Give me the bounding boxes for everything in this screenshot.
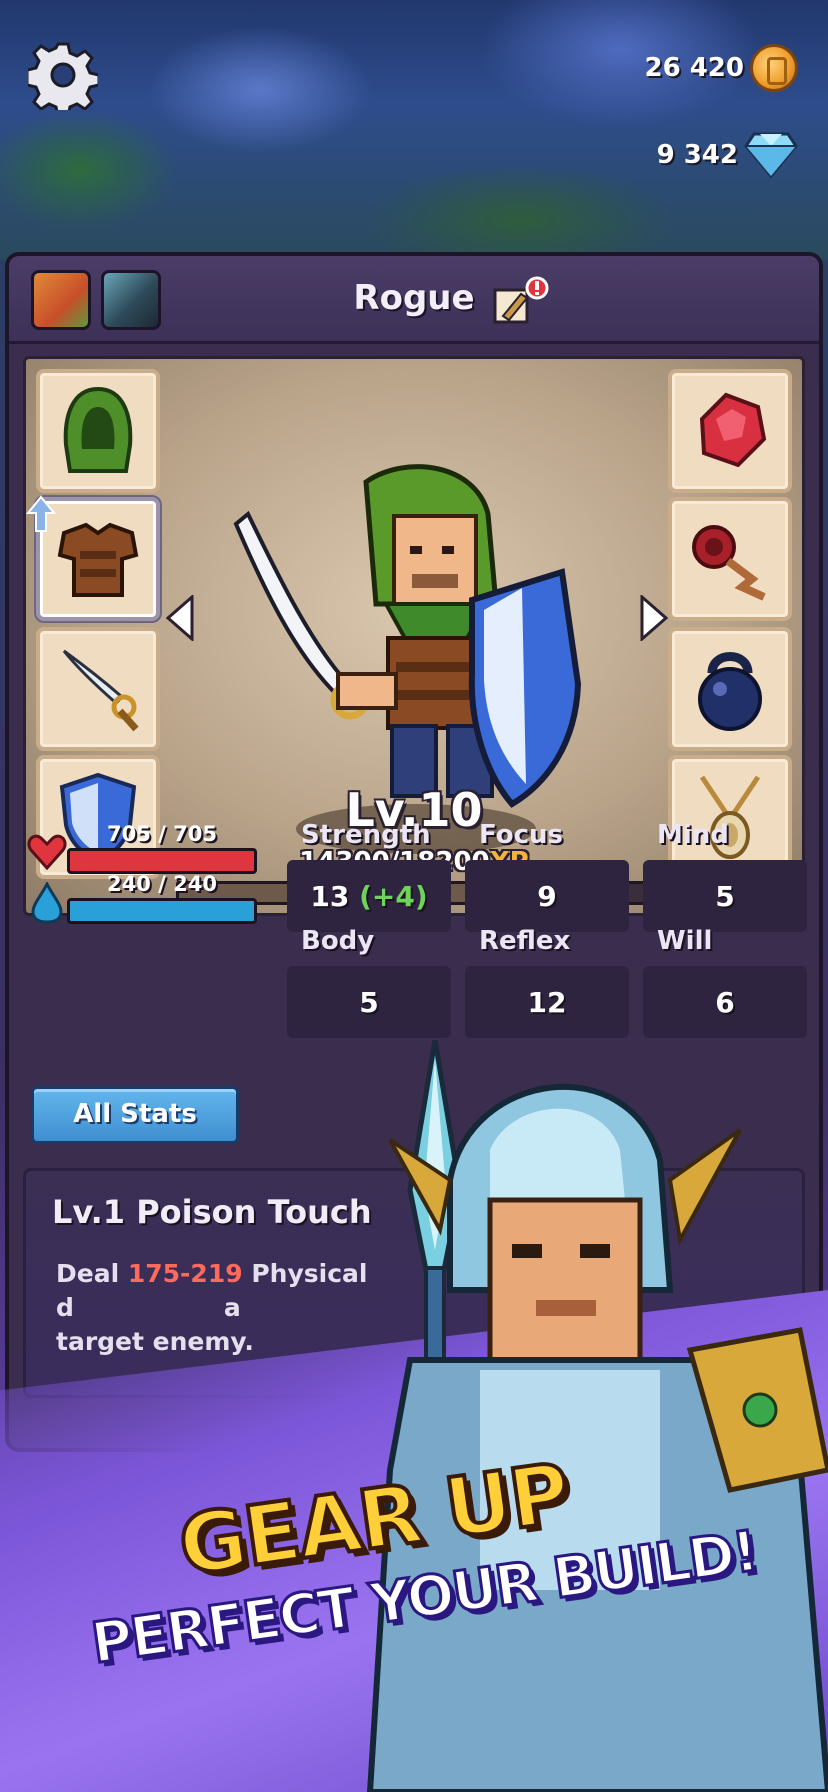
ruby-icon bbox=[699, 392, 767, 468]
equip-slot-trinket[interactable] bbox=[668, 627, 792, 751]
equip-slot-head[interactable] bbox=[36, 369, 160, 493]
hp-bar bbox=[67, 848, 257, 874]
skill-damage: 175-219 bbox=[127, 1259, 243, 1288]
all-stats-button[interactable]: All Stats bbox=[31, 1086, 239, 1144]
leather-armor-icon bbox=[57, 522, 139, 597]
stat-bonus-strength: (+4) bbox=[359, 880, 428, 913]
stat-label-mind: Mind bbox=[657, 820, 729, 850]
next-hero-arrow[interactable] bbox=[638, 595, 668, 641]
stat-value-body: 5 bbox=[359, 986, 379, 1019]
skill-title: Lv.1 Poison Touch bbox=[52, 1193, 372, 1231]
mp-bar bbox=[67, 898, 257, 924]
stat-label-will: Will bbox=[657, 926, 713, 956]
heart-icon bbox=[27, 834, 67, 870]
coin-amount: 26 420 bbox=[644, 53, 744, 83]
panel-header: Rogue bbox=[9, 256, 819, 344]
kettlebell-icon bbox=[698, 652, 762, 731]
upgrade-arrow-icon bbox=[26, 495, 56, 532]
stat-label-reflex: Reflex bbox=[479, 926, 571, 956]
stat-box-strength: 13 (+4) bbox=[287, 860, 451, 932]
class-title: Rogue bbox=[353, 278, 475, 318]
stat-value-reflex: 12 bbox=[527, 986, 567, 1019]
hp-text: 705 / 705 bbox=[107, 822, 217, 846]
gem-counter: 9 342 bbox=[657, 130, 798, 180]
stat-value-focus: 9 bbox=[537, 880, 557, 913]
stat-value-strength: 13 (+4) bbox=[310, 880, 428, 913]
stat-label-focus: Focus bbox=[479, 820, 563, 850]
stat-box-mind: 5 bbox=[643, 860, 807, 932]
coin-counter: 26 420 bbox=[644, 44, 798, 92]
edit-name-icon[interactable] bbox=[491, 276, 549, 328]
stat-label-body: Body bbox=[301, 926, 375, 956]
rope-belt-icon bbox=[692, 525, 766, 601]
stat-box-body: 5 bbox=[287, 966, 451, 1038]
equip-slot-belt[interactable] bbox=[668, 497, 792, 621]
mp-text: 240 / 240 bbox=[107, 872, 217, 896]
stat-box-will: 6 bbox=[643, 966, 807, 1038]
prev-hero-arrow[interactable] bbox=[166, 595, 196, 641]
hood-icon bbox=[63, 386, 133, 473]
stat-box-reflex: 12 bbox=[465, 966, 629, 1038]
stat-label-strength: Strength bbox=[301, 820, 431, 850]
gear-icon[interactable] bbox=[28, 40, 98, 110]
scimitar-icon bbox=[62, 649, 139, 732]
equip-slot-gem[interactable] bbox=[668, 369, 792, 493]
gem-amount: 9 342 bbox=[656, 140, 738, 170]
stat-box-focus: 9 bbox=[465, 860, 629, 932]
mana-drop-icon bbox=[31, 882, 63, 924]
stat-value-will: 6 bbox=[715, 986, 735, 1019]
diamond-icon bbox=[744, 132, 798, 179]
equip-slot-weapon[interactable] bbox=[36, 627, 160, 751]
knight-hero-art bbox=[366, 1083, 828, 1792]
stat-value-mind: 5 bbox=[715, 880, 735, 913]
coin-icon bbox=[750, 44, 798, 92]
